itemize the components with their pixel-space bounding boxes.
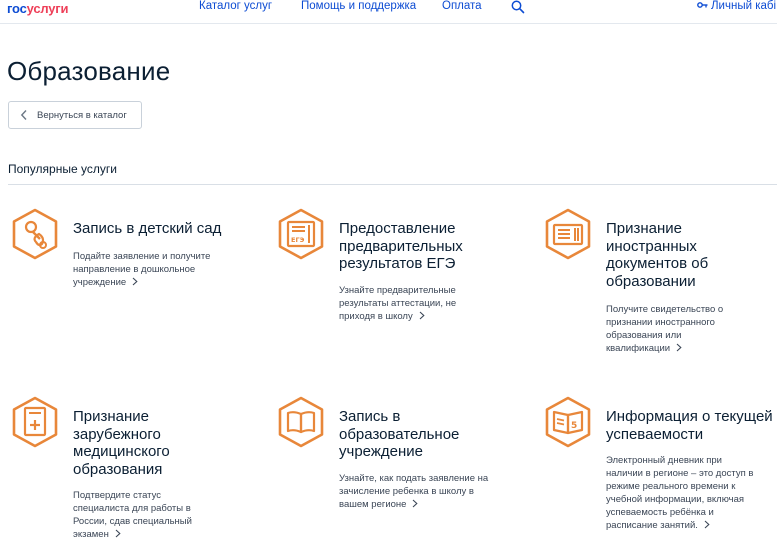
- chevron-left-icon: [20, 110, 27, 120]
- card-desc-line: учреждение: [73, 277, 127, 288]
- card-description[interactable]: Подайте заявление и получите направление…: [73, 250, 210, 289]
- card-desc-line: направление в дошкольное: [73, 264, 196, 275]
- card-desc-line: квалификации: [606, 343, 671, 354]
- gosuslugi-logo[interactable]: госуслуги: [7, 1, 69, 16]
- nav-help-link[interactable]: Помощь и поддержка: [301, 0, 416, 12]
- nav-catalog-link[interactable]: Каталог услуг: [199, 0, 272, 12]
- card-title-line: предварительных: [339, 237, 463, 255]
- card-desc-line: Узнайте, как подать заявление на: [339, 473, 489, 484]
- card-title-line: зарубежного: [73, 425, 161, 443]
- card-title-line: Признание: [606, 220, 683, 237]
- logo-uslugi: услуги: [26, 1, 69, 16]
- card-title-line: медицинского: [73, 443, 170, 460]
- top-header: госуслуги Каталог услуг Помощь и поддерж…: [0, 0, 777, 24]
- card-title-line: образовании: [606, 272, 696, 290]
- card-title[interactable]: Признание зарубежного медицинского образ…: [73, 408, 170, 478]
- card-title-line: успеваемости: [606, 425, 704, 443]
- card-desc-line: признании иностранного: [606, 317, 715, 328]
- chevron-right-icon: [132, 277, 138, 286]
- card-desc-line: режиме реального времени к: [606, 481, 736, 492]
- medical-document-icon: [12, 396, 58, 448]
- card-title-line: учреждение: [339, 443, 423, 460]
- card-desc-line: Подайте заявление и получите: [73, 251, 211, 262]
- chevron-right-icon: [704, 520, 710, 529]
- card-description[interactable]: Узнайте, как подать заявление на зачисле…: [339, 472, 488, 511]
- nav-payment-link[interactable]: Оплата: [442, 0, 482, 12]
- key-icon: [697, 2, 708, 8]
- card-description[interactable]: Узнайте предварительные результаты аттес…: [339, 284, 456, 323]
- card-desc-line: Подтвердите статус: [73, 490, 162, 501]
- card-title-line: Запись в: [339, 408, 401, 425]
- diploma-icon: [545, 208, 591, 260]
- card-desc-line: Узнайте предварительные: [339, 285, 456, 296]
- card-title-line: образовательное: [339, 425, 460, 443]
- card-title[interactable]: Информация о текущей успеваемости: [606, 408, 773, 443]
- svg-text:5: 5: [571, 421, 577, 431]
- card-desc-line: успеваемость ребёнка и: [606, 507, 714, 518]
- page-title: Образование: [7, 56, 171, 86]
- card-title[interactable]: Запись в образовательное учреждение: [339, 408, 459, 461]
- section-title: Популярные услуги: [8, 162, 117, 176]
- section-divider: [8, 184, 777, 185]
- card-description[interactable]: Подтвердите статус специалиста для работ…: [73, 489, 192, 541]
- card-title[interactable]: Предоставление предварительных результат…: [339, 220, 463, 273]
- account-link[interactable]: Личный кабі: [697, 0, 776, 12]
- logo-gos: гос: [7, 1, 27, 16]
- card-title-line: Признание: [73, 408, 150, 425]
- chevron-right-icon: [115, 529, 121, 538]
- card-desc-line: Электронный дневник при: [606, 455, 722, 466]
- card-title-line: образования: [73, 460, 163, 478]
- chevron-right-icon: [419, 311, 425, 320]
- card-title[interactable]: Признание иностранных документов об обра…: [606, 220, 708, 290]
- card-desc-line: приходя в школу: [339, 311, 413, 322]
- card-title-line: Запись в детский сад: [73, 220, 222, 237]
- search-icon[interactable]: [511, 0, 525, 14]
- card-title-line: иностранных: [606, 237, 697, 255]
- diary-icon: 5: [545, 396, 591, 448]
- pacifier-icon: [12, 208, 58, 260]
- chevron-right-icon: [413, 499, 419, 508]
- card-desc-line: зачисление ребенка в школу в: [339, 486, 474, 497]
- card-title[interactable]: Запись в детский сад: [73, 220, 221, 238]
- card-title-line: результатов ЕГЭ: [339, 255, 456, 272]
- card-description[interactable]: Электронный дневник при наличии в регион…: [606, 454, 753, 532]
- ege-document-icon: ЕГЭ: [278, 208, 324, 260]
- card-desc-line: вашем регионе: [339, 499, 407, 510]
- back-to-catalog-button[interactable]: Вернуться в каталог: [8, 101, 142, 129]
- card-title-line: Предоставление: [339, 220, 456, 237]
- card-desc-line: образования или: [606, 330, 682, 341]
- card-desc-line: специалиста для работы в: [73, 503, 191, 514]
- card-desc-line: расписание занятий.: [606, 520, 698, 531]
- card-desc-line: учебной информации, включая: [606, 494, 745, 505]
- card-title-line: документов об: [606, 255, 709, 272]
- back-button-label: Вернуться в каталог: [37, 109, 127, 121]
- chevron-right-icon: [676, 343, 682, 352]
- card-title-line: Информация о текущей: [606, 408, 773, 425]
- svg-text:ЕГЭ: ЕГЭ: [291, 236, 305, 244]
- book-icon: [278, 396, 324, 448]
- card-desc-line: России, сдав специальный: [73, 516, 192, 527]
- card-desc-line: результаты аттестации, не: [339, 298, 457, 309]
- card-desc-line: Получите свидетельство о: [606, 304, 724, 315]
- card-description[interactable]: Получите свидетельство о признании иност…: [606, 303, 723, 355]
- card-desc-line: наличии в регионе – это доступ в: [606, 468, 754, 479]
- account-label: Личный кабі: [711, 0, 777, 12]
- card-desc-line: экзамен: [73, 529, 109, 540]
